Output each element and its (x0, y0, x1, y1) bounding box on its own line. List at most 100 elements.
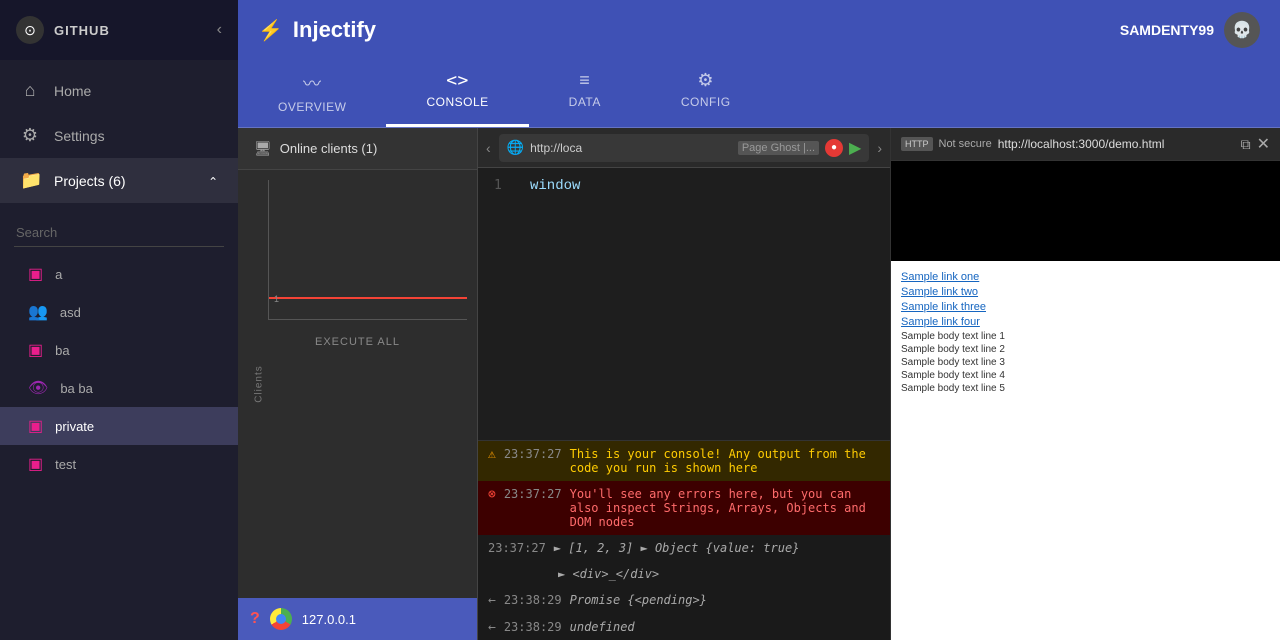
app-title: Injectify (293, 17, 376, 43)
info-time: 23:37:27 (488, 541, 546, 555)
warn-icon: ⚠ (488, 447, 496, 462)
demo-text-3: Sample body text line 3 (901, 357, 1270, 368)
project-label-ba: ba (55, 343, 69, 358)
console-msg-arrow2: ← 23:38:29 undefined (478, 614, 890, 640)
project-item-asd[interactable]: 👥 asd (0, 293, 238, 331)
browser-page-content: Sample link one Sample link two Sample l… (891, 261, 1280, 640)
record-indicator: ● (825, 139, 843, 157)
chart-value-label: 1 (274, 294, 279, 304)
arrow2-text: undefined (570, 620, 880, 634)
demo-link-2[interactable]: Sample link two (901, 286, 1270, 298)
tab-overview-label: OVERVIEW (278, 100, 346, 114)
demo-link-3[interactable]: Sample link three (901, 301, 1270, 313)
execute-button[interactable]: ▶ (849, 138, 861, 158)
info-text: ► [1, 2, 3] ► Object {value: true} (554, 541, 880, 555)
tab-data[interactable]: ≡ DATA (529, 60, 641, 127)
arrow2-time: 23:38:29 (504, 620, 562, 634)
client-item[interactable]: ? 127.0.0.1 (238, 598, 477, 640)
project-icon-a: ▣ (28, 264, 43, 284)
projects-chevron-icon: ⌄ (208, 174, 218, 188)
ghost-label: Page Ghost |... (738, 141, 819, 155)
warn-text: This is your console! Any output from th… (570, 447, 880, 475)
project-item-baba[interactable]: 👁 ba ba (0, 369, 238, 407)
avatar: 💀 (1224, 12, 1260, 48)
sidebar-item-settings[interactable]: ⚙ Settings (0, 113, 238, 158)
demo-text-5: Sample body text line 5 (901, 383, 1270, 394)
project-item-ba[interactable]: ▣ ba (0, 331, 238, 369)
project-icon-private: ▣ (28, 416, 43, 436)
console-output: ⚠ 23:37:27 This is your console! Any out… (478, 440, 890, 640)
injectify-logo-icon: ⚡ (258, 18, 283, 43)
console-icon: <> (446, 70, 469, 91)
sidebar-collapse-button[interactable]: ‹ (217, 21, 222, 39)
browser-open-button[interactable]: ⧉ (1241, 136, 1251, 153)
arrow1-icon: ← (488, 593, 496, 608)
browser-header: HTTP Not secure http://localhost:3000/de… (891, 128, 1280, 161)
data-icon: ≡ (579, 70, 590, 91)
tab-config[interactable]: ⚙ CONFIG (641, 60, 771, 127)
http-badge: HTTP (901, 137, 933, 151)
sidebar-item-settings-label: Settings (54, 128, 105, 144)
execute-all-button[interactable]: EXECUTE ALL (315, 336, 400, 348)
code-content-1: window (530, 178, 580, 194)
code-line-1: 1 window (494, 178, 874, 194)
code-editor[interactable]: 1 window (478, 168, 890, 440)
console-msg-subinfo: ► <div>_</div> (478, 561, 890, 587)
username-label: SAMDENTY99 (1120, 22, 1214, 38)
not-secure-label: Not secure (939, 138, 992, 150)
console-msg-arrow1: ← 23:38:29 Promise {<pending>} (478, 587, 890, 614)
topbar-logo: ⚡ Injectify (258, 17, 376, 43)
content-area: 🖥 Online clients (1) Clients 1 EXECUTE A… (238, 128, 1280, 640)
project-item-test[interactable]: ▣ test (0, 445, 238, 483)
project-label-a: a (55, 267, 62, 282)
client-ip-label: 127.0.0.1 (302, 612, 356, 627)
clients-chart: 1 (268, 180, 467, 320)
warn-time: 23:37:27 (504, 447, 562, 461)
error-time: 23:37:27 (504, 487, 562, 501)
arrow1-text: Promise {<pending>} (570, 593, 880, 607)
sidebar-item-home[interactable]: ⌂ Home (0, 68, 238, 113)
tab-bar: 〰 OVERVIEW <> CONSOLE ≡ DATA ⚙ CONFIG (238, 60, 1280, 128)
sidebar-item-home-label: Home (54, 83, 91, 99)
line-number-1: 1 (494, 178, 514, 193)
toolbar-forward-button[interactable]: › (877, 140, 882, 156)
topbar: ⚡ Injectify SAMDENTY99 💀 (238, 0, 1280, 60)
tab-overview[interactable]: 〰 OVERVIEW (238, 60, 386, 127)
project-label-test: test (55, 457, 76, 472)
browser-close-button[interactable]: ✕ (1257, 134, 1270, 154)
editor-toolbar: ‹ 🌐 http://loca Page Ghost |... ● ▶ › (478, 128, 890, 168)
project-list: ▣ a 👥 asd ▣ ba 👁 ba ba ▣ private ▣ test (0, 255, 238, 483)
sidebar-item-projects-label: Projects (6) (54, 173, 126, 189)
arrow2-icon: ← (488, 620, 496, 635)
browser-content: Sample link one Sample link two Sample l… (891, 161, 1280, 640)
project-label-asd: asd (60, 305, 81, 320)
console-msg-error: ⊗ 23:37:27 You'll see any errors here, b… (478, 481, 890, 535)
user-area: SAMDENTY99 💀 (1120, 12, 1260, 48)
sidebar-header: ⊙ GITHUB ‹ (0, 0, 238, 60)
home-icon: ⌂ (20, 80, 40, 101)
toolbar-back-button[interactable]: ‹ (486, 140, 491, 156)
arrow1-time: 23:38:29 (504, 593, 562, 607)
site-icon: 🌐 (507, 139, 524, 156)
url-text: http://loca (530, 141, 732, 155)
project-item-a[interactable]: ▣ a (0, 255, 238, 293)
tab-console-label: CONSOLE (426, 95, 488, 109)
search-input[interactable] (14, 219, 224, 247)
project-item-private[interactable]: ▣ private (0, 407, 238, 445)
github-label: GITHUB (54, 23, 207, 38)
overview-icon: 〰 (303, 70, 322, 96)
settings-icon: ⚙ (20, 125, 40, 146)
project-icon-test: ▣ (28, 454, 43, 474)
project-icon-ba: ▣ (28, 340, 43, 360)
demo-link-1[interactable]: Sample link one (901, 271, 1270, 283)
tab-data-label: DATA (569, 95, 601, 109)
chart-area: Clients 1 EXECUTE ALL (238, 170, 477, 598)
sidebar-item-projects[interactable]: 📁 Projects (6) ⌄ (0, 158, 238, 203)
demo-text-4: Sample body text line 4 (901, 370, 1270, 381)
demo-link-4[interactable]: Sample link four (901, 316, 1270, 328)
demo-text-1: Sample body text line 1 (901, 331, 1270, 342)
editor-panel: ‹ 🌐 http://loca Page Ghost |... ● ▶ › 1 … (478, 128, 890, 640)
info-subtext: ► <div>_</div> (558, 567, 880, 581)
tab-console[interactable]: <> CONSOLE (386, 60, 528, 127)
project-label-private: private (55, 419, 94, 434)
